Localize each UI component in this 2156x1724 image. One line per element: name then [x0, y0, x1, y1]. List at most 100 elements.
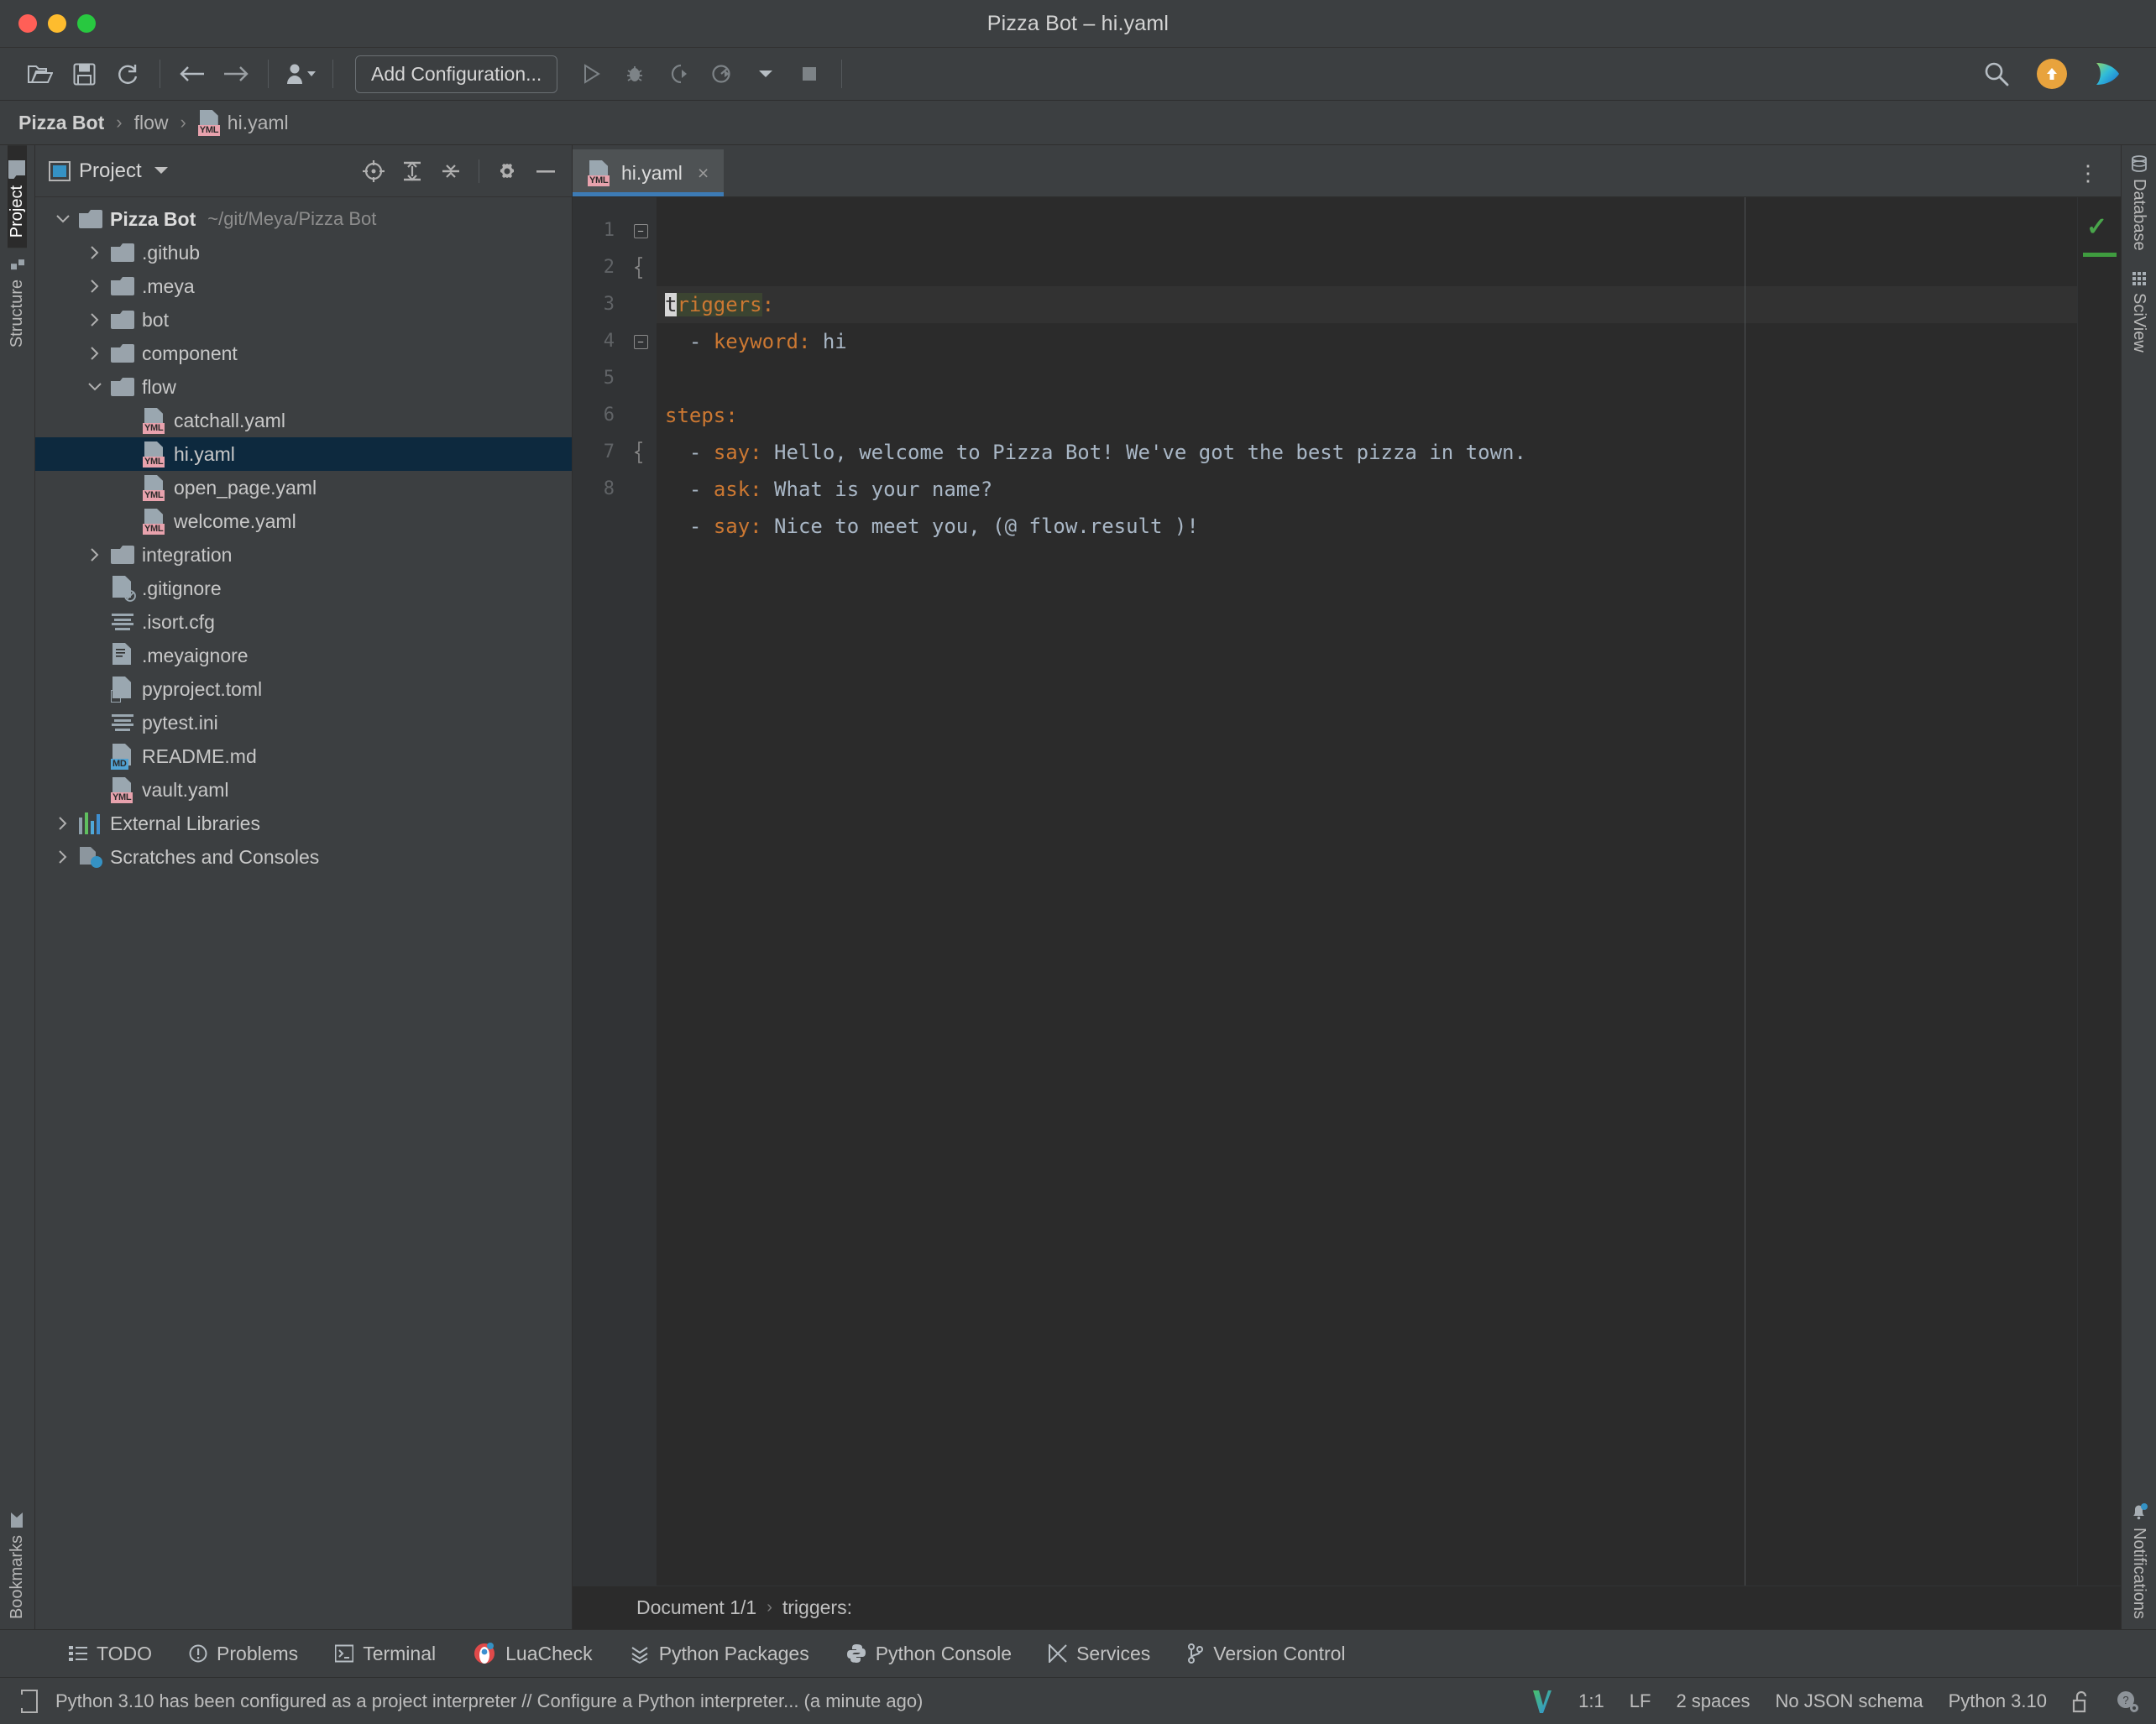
code-editor[interactable]: 12345678 − − triggers: - keyword: hi step…: [573, 197, 2121, 1586]
inspection-gutter[interactable]: ✓: [2077, 197, 2121, 1586]
json-schema-selector[interactable]: No JSON schema: [1776, 1690, 1923, 1712]
chevron-right-icon[interactable]: [54, 817, 72, 830]
code-line[interactable]: steps:: [657, 397, 2077, 434]
code-line[interactable]: triggers:: [657, 286, 2077, 323]
tool-window-todo[interactable]: TODO: [50, 1630, 170, 1678]
fold-region-end-icon[interactable]: [625, 434, 657, 471]
run-coverage-icon[interactable]: [657, 52, 700, 96]
editor-options-icon[interactable]: ⋮: [2069, 160, 2109, 186]
sidebar-item-database[interactable]: Database: [2129, 145, 2148, 261]
collapse-all-icon[interactable]: [433, 154, 468, 189]
tree-item-flow[interactable]: flow: [35, 370, 572, 404]
tree-item-external-libraries[interactable]: External Libraries: [35, 807, 572, 840]
tree-item-welcome-yaml[interactable]: YML welcome.yaml: [35, 504, 572, 538]
chevron-down-icon[interactable]: [54, 215, 72, 223]
sync-icon[interactable]: [106, 52, 149, 96]
breadcrumb-item-project[interactable]: Pizza Bot: [18, 112, 104, 134]
tool-window-python-packages[interactable]: Python Packages: [611, 1630, 828, 1678]
code-line[interactable]: - ask: What is your name?: [657, 471, 2077, 508]
chevron-down-icon[interactable]: [154, 166, 169, 175]
maximize-window-button[interactable]: [77, 14, 96, 33]
editor-breadcrumb-node[interactable]: triggers:: [782, 1596, 852, 1619]
chevron-right-icon[interactable]: [86, 347, 104, 360]
tree-item-open-page-yaml[interactable]: YML open_page.yaml: [35, 471, 572, 504]
stop-icon[interactable]: [788, 52, 831, 96]
caret-position[interactable]: 1:1: [1578, 1690, 1604, 1712]
tool-window-problems[interactable]: Problems: [170, 1630, 317, 1678]
user-profile-icon[interactable]: [279, 52, 322, 96]
tree-item-isort-cfg[interactable]: .isort.cfg: [35, 605, 572, 639]
chevron-right-icon[interactable]: [86, 246, 104, 259]
minimize-window-button[interactable]: [48, 14, 66, 33]
search-icon[interactable]: [1975, 52, 2018, 96]
breadcrumb-item-file[interactable]: YML hi.yaml: [197, 110, 289, 136]
fold-gutter[interactable]: − −: [625, 197, 657, 1586]
chevron-right-icon[interactable]: [54, 850, 72, 864]
tool-window-terminal[interactable]: Terminal: [317, 1630, 454, 1678]
meya-logo-icon[interactable]: [2085, 52, 2129, 96]
tree-item-meyaignore[interactable]: .meyaignore: [35, 639, 572, 672]
status-message[interactable]: Python 3.10 has been configured as a pro…: [55, 1690, 923, 1712]
chevron-right-icon[interactable]: [86, 279, 104, 293]
sidebar-item-structure[interactable]: Structure: [8, 248, 27, 358]
code-line[interactable]: [657, 360, 2077, 397]
add-configuration-button[interactable]: Add Configuration...: [355, 55, 558, 93]
sidebar-item-notifications[interactable]: Notifications: [2129, 1492, 2148, 1629]
tree-item-scratches-and-consoles[interactable]: Scratches and Consoles: [35, 840, 572, 874]
forward-arrow-icon[interactable]: [214, 52, 258, 96]
tool-window-version-control[interactable]: Version Control: [1169, 1630, 1363, 1678]
close-window-button[interactable]: [18, 14, 37, 33]
code-line[interactable]: - keyword: hi: [657, 323, 2077, 360]
chevron-down-icon[interactable]: [86, 383, 104, 391]
tree-item-integration[interactable]: integration: [35, 538, 572, 572]
sidebar-item-project[interactable]: Project: [8, 145, 27, 248]
project-tree[interactable]: Pizza Bot ~/git/Meya/Pizza Bot .github .mey…: [35, 197, 572, 1629]
vim-logo-icon[interactable]: [1531, 1689, 1553, 1714]
tree-item-hi-yaml[interactable]: YML hi.yaml: [35, 437, 572, 471]
tree-item-vault-yaml[interactable]: YML vault.yaml: [35, 773, 572, 807]
tree-item-github[interactable]: .github: [35, 236, 572, 269]
chevron-right-icon[interactable]: [86, 548, 104, 562]
indent-setting[interactable]: 2 spaces: [1676, 1690, 1750, 1712]
save-icon[interactable]: [62, 52, 106, 96]
fold-collapse-icon[interactable]: −: [625, 212, 657, 249]
tree-item-catchall-yaml[interactable]: YML catchall.yaml: [35, 404, 572, 437]
window-controls[interactable]: [18, 14, 96, 33]
fold-region-end-icon[interactable]: [625, 249, 657, 286]
chevron-right-icon[interactable]: [86, 313, 104, 327]
line-separator[interactable]: LF: [1630, 1690, 1651, 1712]
code-line[interactable]: [657, 545, 2077, 582]
sidebar-item-sciview[interactable]: SciView: [2129, 261, 2148, 363]
settings-gear-icon[interactable]: [489, 154, 525, 189]
code-content[interactable]: triggers: - keyword: hi steps: - say: He…: [657, 197, 2077, 1586]
close-tab-icon[interactable]: ×: [698, 162, 709, 185]
select-opened-file-icon[interactable]: [356, 154, 391, 189]
tree-item-bot[interactable]: bot: [35, 303, 572, 337]
tree-item-readme-md[interactable]: MD README.md: [35, 739, 572, 773]
unlocked-icon[interactable]: [2072, 1690, 2091, 1713]
event-log-icon[interactable]: [17, 1689, 42, 1714]
python-interpreter-selector[interactable]: Python 3.10: [1949, 1690, 2047, 1712]
chevron-down-icon[interactable]: [744, 52, 788, 96]
code-line[interactable]: - say: Nice to meet you, (@ flow.result …: [657, 508, 2077, 545]
inspection-ok-icon[interactable]: ✓: [2086, 212, 2107, 242]
breadcrumb-item-flow[interactable]: flow: [134, 112, 169, 134]
ide-settings-icon[interactable]: ?: [2116, 1690, 2139, 1713]
debug-icon[interactable]: [613, 52, 657, 96]
sidebar-item-bookmarks[interactable]: Bookmarks: [8, 1502, 27, 1629]
back-arrow-icon[interactable]: [170, 52, 214, 96]
tool-window-services[interactable]: Services: [1030, 1630, 1169, 1678]
tree-item-pizza-bot[interactable]: Pizza Bot ~/git/Meya/Pizza Bot: [35, 202, 572, 236]
tree-item-meya[interactable]: .meya: [35, 269, 572, 303]
expand-all-icon[interactable]: [395, 154, 430, 189]
editor-breadcrumb-document[interactable]: Document 1/1: [636, 1596, 756, 1619]
update-icon[interactable]: [2037, 59, 2067, 89]
code-line[interactable]: - say: Hello, welcome to Pizza Bot! We'v…: [657, 434, 2077, 471]
run-icon[interactable]: [569, 52, 613, 96]
profile-icon[interactable]: [700, 52, 744, 96]
tree-item-pyproject-toml[interactable]: Tpyproject.toml: [35, 672, 572, 706]
tool-window-luacheck[interactable]: LuaCheck: [454, 1630, 611, 1678]
tree-item-component[interactable]: component: [35, 337, 572, 370]
editor-tab-hi-yaml[interactable]: YML hi.yaml ×: [573, 149, 725, 196]
tool-window-python-console[interactable]: Python Console: [828, 1630, 1030, 1678]
